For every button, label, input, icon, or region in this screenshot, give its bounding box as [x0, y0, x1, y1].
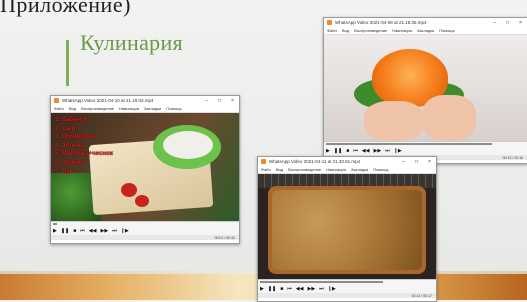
- tomato-image: [135, 195, 149, 207]
- bowl-contents-image: [163, 131, 213, 159]
- menu-playback[interactable]: Воспроизведение: [354, 28, 387, 33]
- menu-view[interactable]: Вид: [276, 167, 283, 172]
- tomato-image: [121, 183, 137, 197]
- time-readout: 00:13 / 00:16: [502, 155, 523, 160]
- close-button[interactable]: ×: [226, 98, 239, 104]
- maximize-button[interactable]: □: [501, 20, 514, 26]
- menu-help[interactable]: Помощь: [166, 106, 181, 111]
- menu-help[interactable]: Помощь: [373, 167, 388, 172]
- menu-playback[interactable]: Воспроизведение: [288, 167, 321, 172]
- close-button[interactable]: ×: [423, 159, 436, 165]
- frame-step-icon[interactable]: ❙▶: [328, 286, 336, 292]
- menu-view[interactable]: Вид: [342, 28, 349, 33]
- menu-bar: Файл Вид Воспроизведение Навигация Закла…: [324, 27, 527, 35]
- title-bar[interactable]: WhatsApp Video 2021-04-10 at 21.19.03.mp…: [51, 96, 239, 105]
- stop-icon[interactable]: ■: [73, 228, 76, 234]
- pause-icon[interactable]: ❚❚: [61, 228, 69, 234]
- menu-bookmarks[interactable]: Закладки: [417, 28, 434, 33]
- window-title: WhatsApp Video 2021-04-10 at 21.19.03.mp…: [62, 98, 154, 103]
- window-title: WhatsApp Video 2021-04-11 at 21.33.51.mp…: [269, 159, 361, 164]
- seek-bar[interactable]: [258, 279, 436, 284]
- previous-icon[interactable]: ⏮: [353, 148, 358, 154]
- seek-bar[interactable]: [51, 221, 239, 226]
- top-caption: Приложение): [0, 0, 131, 17]
- minimize-button[interactable]: –: [488, 20, 501, 26]
- player-app-icon: [54, 98, 59, 103]
- video-frame[interactable]: [324, 35, 527, 141]
- hand-image: [364, 101, 424, 141]
- next-icon[interactable]: ⏭: [319, 286, 324, 292]
- next-icon[interactable]: ⏭: [385, 148, 390, 154]
- pizza-image: [272, 190, 422, 270]
- pause-icon[interactable]: ❚❚: [334, 148, 342, 154]
- menu-bookmarks[interactable]: Закладки: [351, 167, 368, 172]
- recipe-line: 6. Зелень: [55, 158, 85, 166]
- time-readout: 00:12 / 00:17: [411, 293, 432, 298]
- menu-file[interactable]: Файл: [54, 106, 64, 111]
- menu-navigation[interactable]: Навигация: [326, 167, 346, 172]
- menu-file[interactable]: Файл: [261, 167, 271, 172]
- playback-controls: ▶ ❚❚ ■ ⏮ ◀◀ ▶▶ ⏭ ❙▶: [51, 226, 239, 235]
- rewind-icon[interactable]: ◀◀: [296, 286, 304, 292]
- seek-bar[interactable]: [324, 141, 527, 146]
- frame-step-icon[interactable]: ❙▶: [394, 148, 402, 154]
- recipe-line: 3. Помидоры: [55, 133, 96, 141]
- video-player-window-1[interactable]: WhatsApp Video 2021-04-10 at 21.19.03.mp…: [50, 95, 240, 244]
- fast-forward-icon[interactable]: ▶▶: [308, 286, 316, 292]
- slide-title: Кулинария: [80, 30, 183, 55]
- hand-image: [422, 95, 476, 141]
- pause-icon[interactable]: ❚❚: [268, 286, 276, 292]
- next-icon[interactable]: ⏭: [112, 228, 117, 234]
- seek-progress: [260, 281, 384, 283]
- play-icon[interactable]: ▶: [53, 228, 57, 234]
- player-app-icon: [327, 20, 332, 25]
- menu-help[interactable]: Помощь: [439, 28, 454, 33]
- video-player-window-2[interactable]: WhatsApp Video 2021-04-08 at 21.18.05.mp…: [323, 17, 527, 164]
- recipe-overlay: 1. Кабачок 2. Сыр 3. Помидоры 4. Зелень …: [55, 116, 113, 176]
- title-bar[interactable]: WhatsApp Video 2021-04-08 at 21.18.05.mp…: [324, 18, 527, 27]
- title-accent-bar: [66, 40, 69, 86]
- maximize-button[interactable]: □: [410, 159, 423, 165]
- frame-step-icon[interactable]: ❙▶: [121, 228, 129, 234]
- maximize-button[interactable]: □: [213, 98, 226, 104]
- status-bar: 00:12 / 00:17: [258, 293, 436, 298]
- close-button[interactable]: ×: [514, 20, 527, 26]
- fast-forward-icon[interactable]: ▶▶: [374, 148, 382, 154]
- play-icon[interactable]: ▶: [260, 286, 264, 292]
- title-bar[interactable]: WhatsApp Video 2021-04-11 at 21.33.51.mp…: [258, 157, 436, 166]
- minimize-button[interactable]: –: [200, 98, 213, 104]
- previous-icon[interactable]: ⏮: [80, 228, 85, 234]
- fast-forward-icon[interactable]: ▶▶: [101, 228, 109, 234]
- recipe-line: 1. Кабачок: [55, 116, 87, 123]
- status-bar: 00:01 / 00:42: [51, 235, 239, 240]
- menu-view[interactable]: Вид: [69, 106, 76, 111]
- play-icon[interactable]: ▶: [326, 148, 330, 154]
- rewind-icon[interactable]: ◀◀: [89, 228, 97, 234]
- stop-icon[interactable]: ■: [346, 148, 349, 154]
- recipe-line: 7. Лук: [55, 167, 73, 175]
- player-app-icon: [261, 159, 266, 164]
- recipe-line: 2. Сыр: [55, 124, 76, 132]
- video-player-window-3[interactable]: WhatsApp Video 2021-04-11 at 21.33.51.mp…: [257, 156, 437, 302]
- playback-controls: ▶ ❚❚ ■ ⏮ ◀◀ ▶▶ ⏭ ❙▶: [324, 146, 527, 155]
- stop-icon[interactable]: ■: [280, 286, 283, 292]
- video-frame[interactable]: [258, 174, 436, 279]
- previous-icon[interactable]: ⏮: [287, 286, 292, 292]
- recipe-line: 5. Майонез+чеснок: [55, 150, 114, 158]
- menu-bar: Файл Вид Воспроизведение Навигация Закла…: [51, 105, 239, 113]
- menu-bar: Файл Вид Воспроизведение Навигация Закла…: [258, 166, 436, 174]
- time-readout: 00:01 / 00:42: [214, 235, 235, 240]
- rewind-icon[interactable]: ◀◀: [362, 148, 370, 154]
- menu-playback[interactable]: Воспроизведение: [81, 106, 114, 111]
- seek-progress: [326, 143, 492, 145]
- menu-navigation[interactable]: Навигация: [119, 106, 139, 111]
- seek-progress: [53, 223, 57, 225]
- minimize-button[interactable]: –: [397, 159, 410, 165]
- menu-navigation[interactable]: Навигация: [392, 28, 412, 33]
- video-frame[interactable]: 1. Кабачок 2. Сыр 3. Помидоры 4. Зелень …: [51, 113, 239, 221]
- menu-file[interactable]: Файл: [327, 28, 337, 33]
- menu-bookmarks[interactable]: Закладки: [144, 106, 161, 111]
- playback-controls: ▶ ❚❚ ■ ⏮ ◀◀ ▶▶ ⏭ ❙▶: [258, 284, 436, 293]
- window-title: WhatsApp Video 2021-04-08 at 21.18.05.mp…: [335, 20, 427, 25]
